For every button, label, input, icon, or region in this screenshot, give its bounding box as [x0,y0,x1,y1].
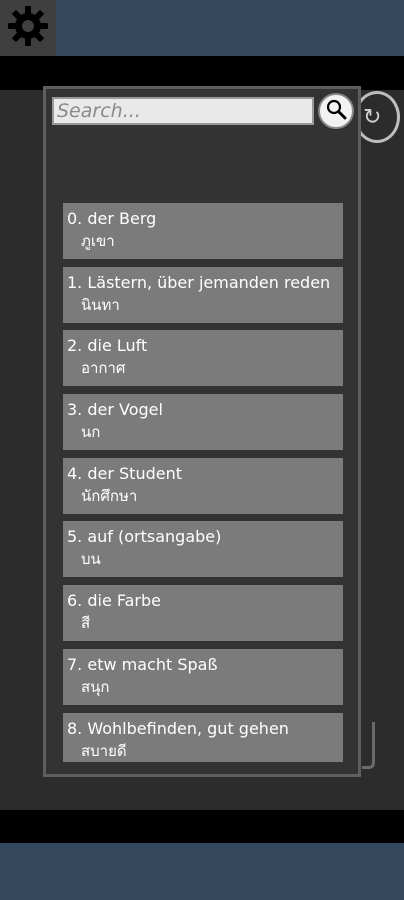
word-thai: สี [81,614,91,633]
list-item[interactable]: 4. der Student นักศึกษา [63,457,343,514]
word-german: 5. auf (ortsangabe) [67,527,222,547]
word-thai: ภูเขา [81,232,115,250]
word-german: 1. Lästern, über jemanden reden [67,272,331,292]
word-german: 0. der Berg [67,209,157,228]
word-german: 8. Wohlbefinden, gut gehen [67,718,289,738]
bottom-bar [0,843,404,900]
gear-icon [6,4,50,52]
word-list: 0. der Berg ภูเขา 1. Lästern, über jeman… [63,203,343,762]
word-thai: บน [81,550,101,569]
word-german: 6. die Farbe [67,591,161,611]
search-input[interactable] [52,97,314,125]
word-thai: นักศึกษา [81,486,138,505]
word-thai: สนุก [81,677,110,696]
list-item[interactable]: 3. der Vogel นก [63,394,343,451]
word-thai: นก [81,423,101,442]
list-item[interactable]: 0. der Berg ภูเขา [63,203,343,259]
list-item[interactable]: 7. etw macht Spaß สนุก [63,648,343,705]
settings-button[interactable] [0,0,56,56]
word-german: 4. der Student [67,463,182,483]
search-button[interactable] [318,93,354,129]
word-german: 7. etw macht Spaß [67,654,218,674]
list-item[interactable]: 5. auf (ortsangabe) บน [63,521,343,578]
list-item[interactable]: 2. die Luft อากาศ [63,330,343,387]
top-bar [0,0,404,56]
word-thai: สบายดี [81,741,127,760]
list-item[interactable]: 1. Lästern, über jemanden reden นินทา [63,266,343,323]
word-thai: อากาศ [81,359,126,378]
word-german: 2. die Luft [67,336,148,356]
list-item[interactable]: 8. Wohlbefinden, gut gehen สบายดี [63,712,343,762]
search-icon [325,98,347,124]
refresh-icon: ↻ [363,104,382,130]
background-decoration [362,722,375,769]
word-thai: นินทา [81,295,120,314]
word-german: 3. der Vogel [67,400,163,420]
list-item[interactable]: 6. die Farbe สี [63,585,343,642]
